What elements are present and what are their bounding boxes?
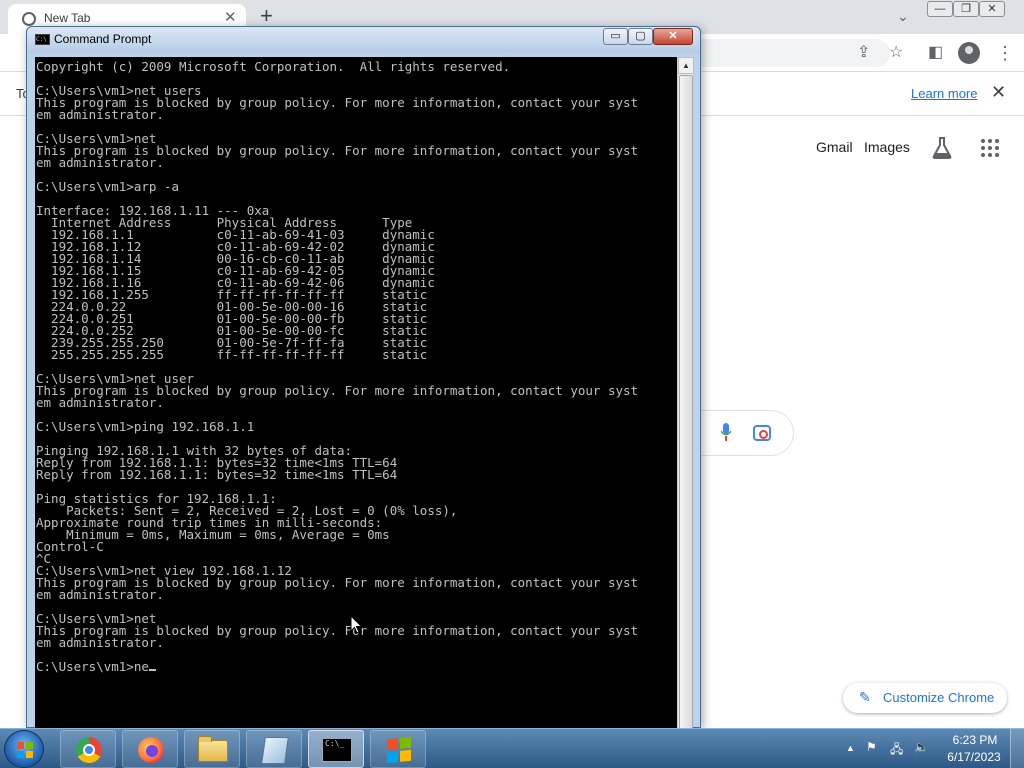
taskbar-firefox[interactable] (122, 730, 178, 768)
console-line: em administrator. (36, 107, 164, 122)
restore-button[interactable]: ❐ (953, 1, 979, 17)
cmd-scrollbar[interactable]: ▲ (677, 57, 694, 729)
gmail-link[interactable]: Gmail (816, 139, 853, 155)
lens-search-icon[interactable] (753, 425, 771, 441)
side-panel-icon[interactable]: ◧ (928, 43, 943, 63)
windows-flag-icon (387, 736, 411, 764)
taskbar-windows[interactable] (370, 730, 426, 768)
tray-overflow-arrow-icon[interactable]: ▲ (846, 743, 855, 753)
tab-search-chevron-icon[interactable]: ⌄ (897, 8, 909, 25)
cmd-minimize-button[interactable]: ▭ (603, 28, 628, 45)
console-line: Reply from 192.168.1.1: bytes=32 time<1m… (36, 467, 398, 482)
cmd-window-title: Command Prompt (54, 32, 152, 46)
infobar-close-icon[interactable]: ✕ (991, 82, 1006, 103)
show-desktop-button[interactable] (1010, 729, 1024, 768)
cmd-close-button[interactable]: ✕ (653, 28, 693, 45)
firefox-icon (138, 737, 164, 763)
text-cursor (148, 669, 156, 671)
profile-icon[interactable] (958, 42, 980, 64)
minimize-button[interactable]: — (927, 1, 953, 17)
console-line: 255.255.255.255 ff-ff-ff-ff-ff-ff static (36, 347, 428, 362)
pencil-icon: ✎ (859, 689, 871, 705)
clock-time[interactable]: 6:23 PM (952, 733, 998, 747)
chrome-favicon-icon (22, 12, 36, 26)
customize-chrome-label: Customize Chrome (883, 690, 995, 705)
folder-icon (198, 736, 228, 762)
voice-search-icon[interactable] (721, 423, 731, 441)
windows-logo-icon (17, 742, 33, 758)
tab-close-icon[interactable]: ✕ (224, 8, 237, 26)
taskbar-command-prompt[interactable]: C:\_ (308, 730, 364, 768)
notepad-icon (261, 737, 289, 764)
google-apps-icon[interactable] (981, 139, 999, 157)
console-line: em administrator. (36, 635, 164, 650)
chrome-icon (76, 737, 102, 763)
star-icon[interactable]: ☆ (889, 43, 903, 63)
scroll-up-arrow-icon[interactable]: ▲ (678, 57, 694, 74)
close-button[interactable]: ✕ (979, 1, 1005, 17)
tab-title: New Tab (44, 11, 91, 25)
console-prompt-line: C:\Users\vm1>ne (36, 660, 156, 673)
taskbar-notepad[interactable] (246, 730, 302, 768)
scroll-thumb[interactable] (679, 75, 693, 729)
network-icon[interactable]: 🖧 (890, 740, 903, 761)
cmd-title-bar[interactable]: C:\ Command Prompt ▭ ▢ ✕ (27, 27, 700, 53)
taskbar-chrome[interactable] (60, 730, 116, 768)
learn-more-link[interactable]: Learn more (911, 86, 977, 101)
cmd-app-icon: C:\ (35, 34, 50, 45)
start-button[interactable] (4, 730, 44, 768)
console-line: em administrator. (36, 155, 164, 170)
menu-icon[interactable]: ⋮ (996, 43, 1014, 63)
volume-icon[interactable]: 🔈 (914, 740, 929, 754)
clock-date[interactable]: 6/17/2023 (945, 750, 1003, 764)
console-line: Copyright (c) 2009 Microsoft Corporation… (36, 59, 511, 74)
labs-flask-icon[interactable] (932, 137, 952, 159)
console-line: em administrator. (36, 587, 164, 602)
console-line: C:\Users\vm1>ping 192.168.1.1 (36, 419, 255, 434)
cmd-icon: C:\_ (322, 738, 352, 762)
console-line: C:\Users\vm1>arp -a (36, 179, 179, 194)
taskbar-explorer[interactable] (184, 730, 240, 768)
mouse-pointer-icon (350, 615, 363, 634)
google-search-box[interactable] (690, 410, 794, 456)
console-line: em administrator. (36, 395, 164, 410)
action-center-icon[interactable]: ⚑ (866, 740, 877, 754)
share-icon[interactable]: ⇪ (857, 43, 870, 63)
customize-chrome-button[interactable]: ✎ Customize Chrome (843, 683, 1007, 713)
cmd-maximize-button[interactable]: ▢ (628, 28, 653, 45)
images-link[interactable]: Images (864, 139, 910, 155)
